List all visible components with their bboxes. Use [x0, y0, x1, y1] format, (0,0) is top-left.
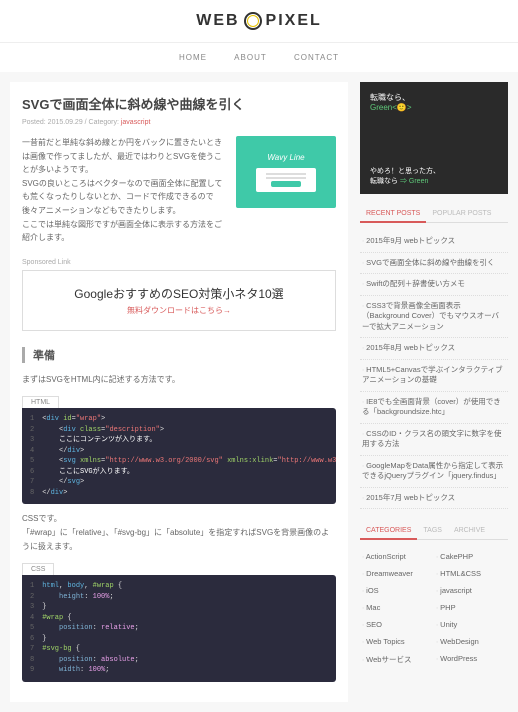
- recent-post-item[interactable]: HTML5+Canvasで学ぶインタラクティブアニメーションの基礎: [360, 360, 508, 392]
- category-item[interactable]: CakePHP: [434, 548, 508, 565]
- recent-post-item[interactable]: CSSのID・クラス名の頭文字に数字を使用する方法: [360, 424, 508, 456]
- code-block-css: 1html, body, #wrap { 2 height: 100%; 3} …: [22, 575, 336, 682]
- logo-ring-icon: [244, 12, 262, 30]
- recent-posts-list: 2015年9月 webトピックスSVGで画面全体に斜め線や曲線を引くSwiftの…: [360, 231, 508, 509]
- category-item[interactable]: Dreamweaver: [360, 565, 434, 582]
- ad-box[interactable]: GoogleおすすめのSEO対策小ネタ10選 無料ダウンロードはこちら→: [22, 270, 336, 331]
- category-item[interactable]: ActionScript: [360, 548, 434, 565]
- sidebar-tabs: RECENT POSTS POPULAR POSTS: [360, 206, 508, 223]
- tab-archive[interactable]: ARCHIVE: [448, 523, 491, 539]
- tab-categories[interactable]: CATEGORIES: [360, 523, 417, 540]
- nav-home[interactable]: HOME: [179, 53, 207, 62]
- category-item[interactable]: iOS: [360, 582, 434, 599]
- sidebar: 転職なら、 Green<🙂> やめろ！と思った方、 転職なら ⇒ Green R…: [360, 82, 508, 702]
- article: SVGで画面全体に斜め線や曲線を引く Posted: 2015.09.29 / …: [10, 82, 348, 702]
- ad-title: GoogleおすすめのSEO対策小ネタ10選: [37, 285, 321, 302]
- article-meta: Posted: 2015.09.29 / Category: javascrip…: [22, 119, 336, 126]
- code-block-html: 1<div id="wrap"> 2 <div class="descripti…: [22, 408, 336, 504]
- intro-text: 一昔前だと単純な斜め線とか円をバックに置きたいときは画像で作ってましたが、最近で…: [22, 136, 226, 245]
- recent-post-item[interactable]: 2015年9月 webトピックス: [360, 231, 508, 253]
- nav: HOME ABOUT CONTACT: [0, 43, 518, 72]
- ad-link[interactable]: 無料ダウンロードはこちら→: [37, 305, 321, 316]
- category-link[interactable]: javascript: [121, 119, 151, 126]
- section-heading-prep: 準備: [22, 347, 336, 363]
- recent-post-item[interactable]: GoogleMapをData属性から指定して表示できるjQueryプラグイン「j…: [360, 456, 508, 488]
- recent-post-item[interactable]: SVGで画面全体に斜め線や曲線を引く: [360, 253, 508, 275]
- logo-left: WEB: [196, 12, 239, 30]
- body-text-1: まずはSVGをHTML内に記述する方法です。: [22, 373, 336, 387]
- logo-right: PIXEL: [266, 12, 322, 30]
- category-item[interactable]: javascript: [434, 582, 508, 599]
- category-item[interactable]: WebDesign: [434, 633, 508, 650]
- category-item[interactable]: PHP: [434, 599, 508, 616]
- article-title: SVGで画面全体に斜め線や曲線を引く: [22, 94, 336, 113]
- tab-recent[interactable]: RECENT POSTS: [360, 206, 426, 223]
- recent-post-item[interactable]: IE8でも全画面背景（cover）が使用できる「backgroundsize.h…: [360, 392, 508, 424]
- category-item[interactable]: Mac: [360, 599, 434, 616]
- category-item[interactable]: Web Topics: [360, 633, 434, 650]
- nav-contact[interactable]: CONTACT: [294, 53, 339, 62]
- logo[interactable]: WEB PIXEL: [196, 12, 322, 30]
- recent-post-item[interactable]: 2015年8月 webトピックス: [360, 338, 508, 360]
- category-item[interactable]: SEO: [360, 616, 434, 633]
- sidebar-ad[interactable]: 転職なら、 Green<🙂> やめろ！と思った方、 転職なら ⇒ Green: [360, 82, 508, 194]
- recent-post-item[interactable]: CSS3で背景画像全画面表示（Background Cover）でもマウスオーバ…: [360, 296, 508, 339]
- category-item[interactable]: Unity: [434, 616, 508, 633]
- sponsored-label: Sponsored Link: [22, 259, 336, 266]
- recent-post-item[interactable]: Swiftの配列＋辞書使い方メモ: [360, 274, 508, 296]
- code-label-html: HTML: [22, 396, 59, 408]
- category-tabs: CATEGORIES TAGS ARCHIVE: [360, 523, 508, 540]
- category-item[interactable]: Webサービス: [360, 650, 434, 669]
- article-thumbnail: Wavy Line: [236, 136, 336, 208]
- nav-about[interactable]: ABOUT: [234, 53, 267, 62]
- tab-popular[interactable]: POPULAR POSTS: [426, 206, 497, 222]
- recent-post-item[interactable]: 2015年7月 webトピックス: [360, 488, 508, 510]
- body-text-2: CSSです。 「#wrap」に「relative」、「#svg-bg」に「abs…: [22, 512, 336, 553]
- header: WEB PIXEL: [0, 0, 518, 43]
- tab-tags[interactable]: TAGS: [417, 523, 448, 539]
- category-item[interactable]: WordPress: [434, 650, 508, 669]
- category-grid: ActionScriptCakePHPDreamweaverHTML&CSSiO…: [360, 548, 508, 669]
- category-item[interactable]: HTML&CSS: [434, 565, 508, 582]
- code-label-css: CSS: [22, 563, 54, 575]
